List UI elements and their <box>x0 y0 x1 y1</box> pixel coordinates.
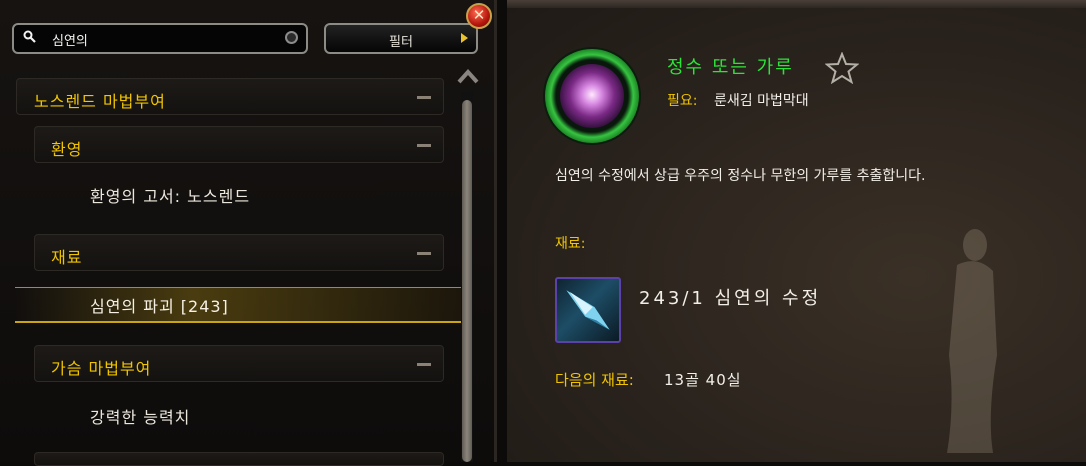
close-icon[interactable]: ✕ <box>466 3 492 29</box>
cost-label: 다음의 재료: <box>555 371 634 389</box>
recipe-description: 심연의 수정에서 상급 우주의 정수나 무한의 가루를 추출합니다. <box>555 168 926 184</box>
group-label: 가슴 마법부여 <box>51 359 152 378</box>
collapse-minus-icon[interactable] <box>417 363 431 366</box>
filter-button-label: 필터 <box>389 35 413 50</box>
group-header-chest-enchant[interactable]: 가슴 마법부여 <box>34 345 444 382</box>
reagents-label: 재료: <box>555 236 586 252</box>
star-icon[interactable] <box>825 52 859 84</box>
recipe-item-illusion-tome[interactable]: 환영의 고서: 노스렌드 <box>90 183 250 207</box>
reagent-item-name: 심연의 수정 <box>714 288 822 309</box>
group-header-illusion[interactable]: 환영 <box>34 126 444 163</box>
clear-search-icon[interactable] <box>285 31 298 44</box>
selected-recipe-highlight[interactable] <box>15 287 461 323</box>
scrollbar-thumb[interactable] <box>462 100 472 462</box>
arrow-right-icon <box>461 33 468 43</box>
group-label: 재료 <box>51 248 83 267</box>
reagent-name: 243/1 심연의 수정 <box>639 287 869 311</box>
scroll-up-icon[interactable] <box>456 66 480 88</box>
search-field[interactable]: 심연의 <box>12 23 308 54</box>
collapse-minus-icon[interactable] <box>417 96 431 99</box>
recipe-item-powerful-stats[interactable]: 강력한 능력치 <box>90 404 190 428</box>
group-header-next[interactable] <box>34 452 444 466</box>
search-icon <box>23 30 36 43</box>
search-input-value[interactable]: 심연의 <box>52 30 88 49</box>
recipe-item-abyss-shatter[interactable]: 심연의 파괴 [243] <box>90 293 229 317</box>
requires-value: 룬새김 마법막대 <box>714 93 809 109</box>
essence-recipe-icon-art <box>560 64 624 128</box>
collapse-minus-icon[interactable] <box>417 144 431 147</box>
background-statue-decoration <box>947 229 997 453</box>
essence-recipe-icon[interactable] <box>545 49 639 143</box>
group-label: 환영 <box>51 140 83 159</box>
panel-top-border <box>507 0 1086 8</box>
requires-label: 필요: <box>667 93 698 109</box>
cost-value: 13골 40실 <box>664 371 742 389</box>
recipe-title: 정수 또는 가루 <box>667 57 794 78</box>
abyss-crystal-icon[interactable] <box>555 277 621 343</box>
reagent-count: 243/1 <box>639 288 706 309</box>
recipe-detail-panel: 정수 또는 가루 필요: 룬새김 마법막대 심연의 수정에서 상급 우주의 정수… <box>507 0 1086 462</box>
category-label: 노스렌드 마법부여 <box>34 92 166 111</box>
abyss-crystal-icon-art <box>566 290 610 330</box>
group-header-materials[interactable]: 재료 <box>34 234 444 271</box>
collapse-minus-icon[interactable] <box>417 252 431 255</box>
recipe-list-panel: 심연의 필터 ✕ 노스렌드 마법부여 환영 환영의 고서: 노스렌드 재료 심연… <box>0 0 497 466</box>
category-header-northrend-enchanting[interactable]: 노스렌드 마법부여 <box>16 78 444 115</box>
filter-button[interactable]: 필터 <box>324 23 478 54</box>
